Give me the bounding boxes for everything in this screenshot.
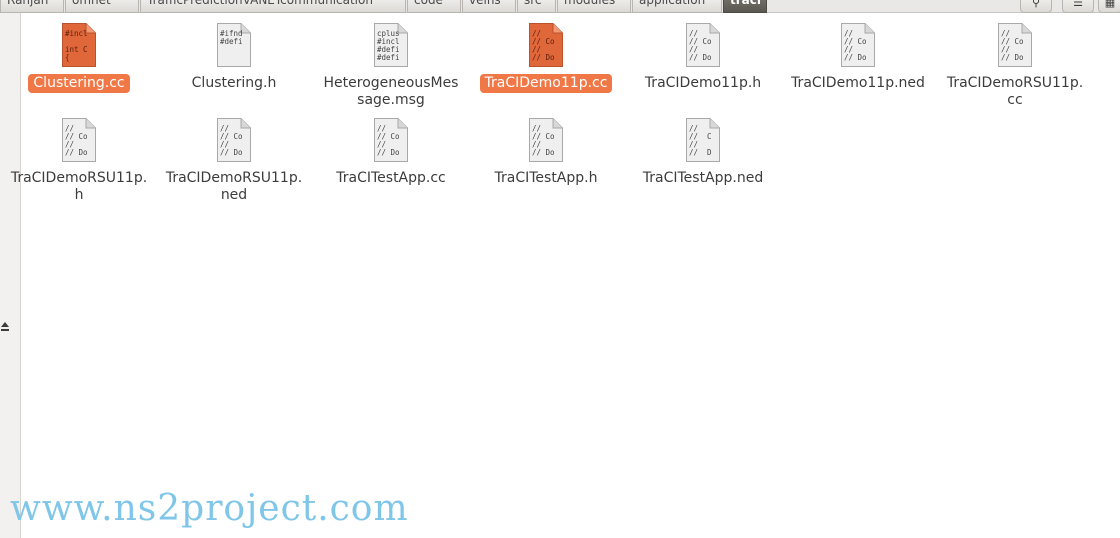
text-file-icon: // // Co // // Do (216, 117, 252, 163)
breadcrumb-item[interactable]: code (407, 0, 461, 13)
text-file-icon: // // Co // // Do (997, 22, 1033, 68)
file-preview-text: // // Co // // Do (844, 30, 867, 62)
file-item[interactable]: // // Co // // Do TraCIDemo11p.cc (471, 22, 621, 93)
breadcrumb: Ranjan omnet TrafficPredictionVANETcommu… (0, 0, 768, 13)
breadcrumb-item[interactable]: Ranjan (0, 0, 64, 13)
file-preview-text: // // Co // // Do (532, 30, 555, 62)
file-name-label: TraCIDemo11p.h (644, 75, 762, 91)
file-preview-text: // // Co // // Do (220, 125, 243, 157)
text-file-icon: // // C // // D (685, 117, 721, 163)
file-preview-text: // // Co // // Do (532, 125, 555, 157)
list-view-icon: ☰ (1073, 0, 1083, 9)
file-item[interactable]: // // Co // // Do TraCIDemo11p.h (628, 22, 778, 93)
text-file-icon: #ifnd #defi (216, 22, 252, 68)
text-file-icon: // // Co // // Do (528, 117, 564, 163)
file-item[interactable]: // // C // // D TraCITestApp.ned (628, 117, 778, 188)
text-file-icon: // // Co // // Do (840, 22, 876, 68)
file-name-label: TraCITestApp.ned (642, 170, 764, 186)
file-preview-text: #ifnd #defi (220, 30, 243, 46)
file-preview-text: // // Co // // Do (377, 125, 400, 157)
menu-button[interactable]: ▦ (1098, 0, 1120, 13)
file-preview-text: // // Co // // Do (689, 30, 712, 62)
breadcrumb-item[interactable]: omnet (65, 0, 139, 13)
breadcrumb-item[interactable]: TrafficPredictionVANETcommunication (140, 0, 406, 13)
breadcrumb-item[interactable]: application (632, 0, 722, 13)
file-name-label: TraCITestApp.h (494, 170, 598, 186)
text-file-icon: #incl int C { (61, 22, 97, 68)
file-name-label: Clustering.cc (28, 74, 130, 93)
file-name-label: TraCIDemoRSU11p.cc (946, 75, 1084, 108)
view-toggle-button[interactable]: ☰ (1062, 0, 1094, 13)
watermark: www.ns2project.com (10, 488, 409, 529)
text-file-icon: cplus #incl #defi #defi (373, 22, 409, 68)
file-preview-text: #incl int C { (65, 30, 88, 62)
file-item[interactable]: // // Co // // Do TraCIDemoRSU11p.ned (159, 117, 309, 205)
file-name-label: TraCIDemo11p.cc (479, 74, 613, 93)
breadcrumb-item-current[interactable]: traci (723, 0, 767, 13)
file-name-label: TraCIDemoRSU11p.ned (165, 170, 303, 203)
breadcrumb-item[interactable]: src (517, 0, 556, 13)
file-item[interactable]: // // Co // // Do TraCIDemo11p.ned (783, 22, 933, 93)
file-item[interactable]: // // Co // // Do TraCITestApp.h (471, 117, 621, 188)
file-preview-text: // // C // // D (689, 125, 712, 157)
file-item[interactable]: #ifnd #defi Clustering.h (159, 22, 309, 93)
eject-icon[interactable] (0, 320, 10, 334)
file-name-label: TraCIDemo11p.ned (791, 75, 925, 91)
file-name-label: TraCIDemoRSU11p.h (10, 170, 148, 203)
file-item[interactable]: cplus #incl #defi #defi HeterogeneousMess… (316, 22, 466, 110)
file-item[interactable]: // // Co // // Do TraCITestApp.cc (316, 117, 466, 188)
file-preview-text: // // Co // // Do (65, 125, 88, 157)
text-file-icon: // // Co // // Do (373, 117, 409, 163)
search-button[interactable]: ⚲ (1020, 0, 1052, 13)
file-item[interactable]: // // Co // // Do TraCIDemoRSU11p.h (4, 117, 154, 205)
file-preview-text: // // Co // // Do (1001, 30, 1024, 62)
breadcrumb-item[interactable]: modules (557, 0, 631, 13)
search-icon: ⚲ (1031, 0, 1041, 9)
file-preview-text: cplus #incl #defi #defi (377, 30, 400, 62)
text-file-icon: // // Co // // Do (685, 22, 721, 68)
file-name-label: Clustering.h (191, 75, 277, 91)
menu-icon: ▦ (1104, 0, 1116, 9)
text-file-icon: // // Co // // Do (61, 117, 97, 163)
text-file-icon: // // Co // // Do (528, 22, 564, 68)
breadcrumb-item[interactable]: veins (462, 0, 516, 13)
file-item[interactable]: // // Co // // Do TraCIDemoRSU11p.cc (940, 22, 1090, 110)
file-name-label: TraCITestApp.cc (336, 170, 446, 186)
file-name-label: HeterogeneousMessage.msg (323, 75, 459, 108)
file-item[interactable]: #incl int C { Clustering.cc (4, 22, 154, 93)
path-bar: Ranjan omnet TrafficPredictionVANETcommu… (0, 0, 1120, 13)
